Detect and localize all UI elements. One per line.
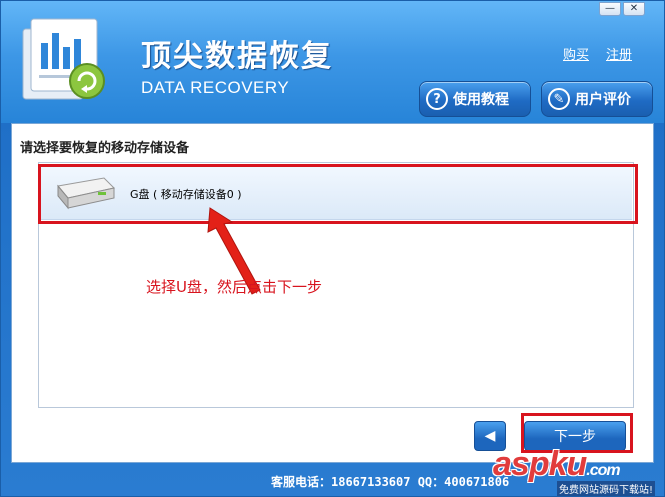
minimize-button[interactable]: — xyxy=(599,2,621,16)
watermark-brand-suffix: .com xyxy=(586,462,620,479)
help-icon: ? xyxy=(426,88,448,110)
header: 顶尖数据恢复 DATA RECOVERY — ✕ 购买 注册 ? 使用教程 ✎ … xyxy=(1,1,664,123)
buy-link[interactable]: 购买 xyxy=(563,44,589,63)
tutorial-label: 使用教程 xyxy=(453,92,509,108)
register-link[interactable]: 注册 xyxy=(606,44,632,63)
annotation-text: 选择U盘，然后点击下一步 xyxy=(146,278,322,296)
review-label: 用户评价 xyxy=(575,92,631,108)
watermark-brand: aspku.com xyxy=(493,445,621,484)
back-arrow-icon: ◀ xyxy=(484,428,496,444)
watermark-tagline: 免费网站源码下载站! xyxy=(557,481,656,496)
review-button[interactable]: ✎ 用户评价 xyxy=(541,81,653,117)
content-panel: 请选择要恢复的移动存储设备 G盘 ( 移动存储设备0 ) 选择U盘，然后点击下一… xyxy=(11,123,654,463)
app-window: 顶尖数据恢复 DATA RECOVERY — ✕ 购买 注册 ? 使用教程 ✎ … xyxy=(0,0,665,497)
close-button[interactable]: ✕ xyxy=(623,2,645,16)
app-title: 顶尖数据恢复 xyxy=(141,39,333,74)
app-subtitle: DATA RECOVERY xyxy=(141,78,290,97)
watermark-brand-text: aspku xyxy=(493,445,587,483)
tutorial-button[interactable]: ? 使用教程 xyxy=(419,81,531,117)
support-info: 客服电话：18667133607 QQ：400671806 xyxy=(271,475,510,489)
app-logo-icon xyxy=(22,18,105,100)
prompt-label: 请选择要恢复的移动存储设备 xyxy=(20,141,190,156)
device-highlight-box xyxy=(38,164,638,224)
chat-icon: ✎ xyxy=(548,88,570,110)
